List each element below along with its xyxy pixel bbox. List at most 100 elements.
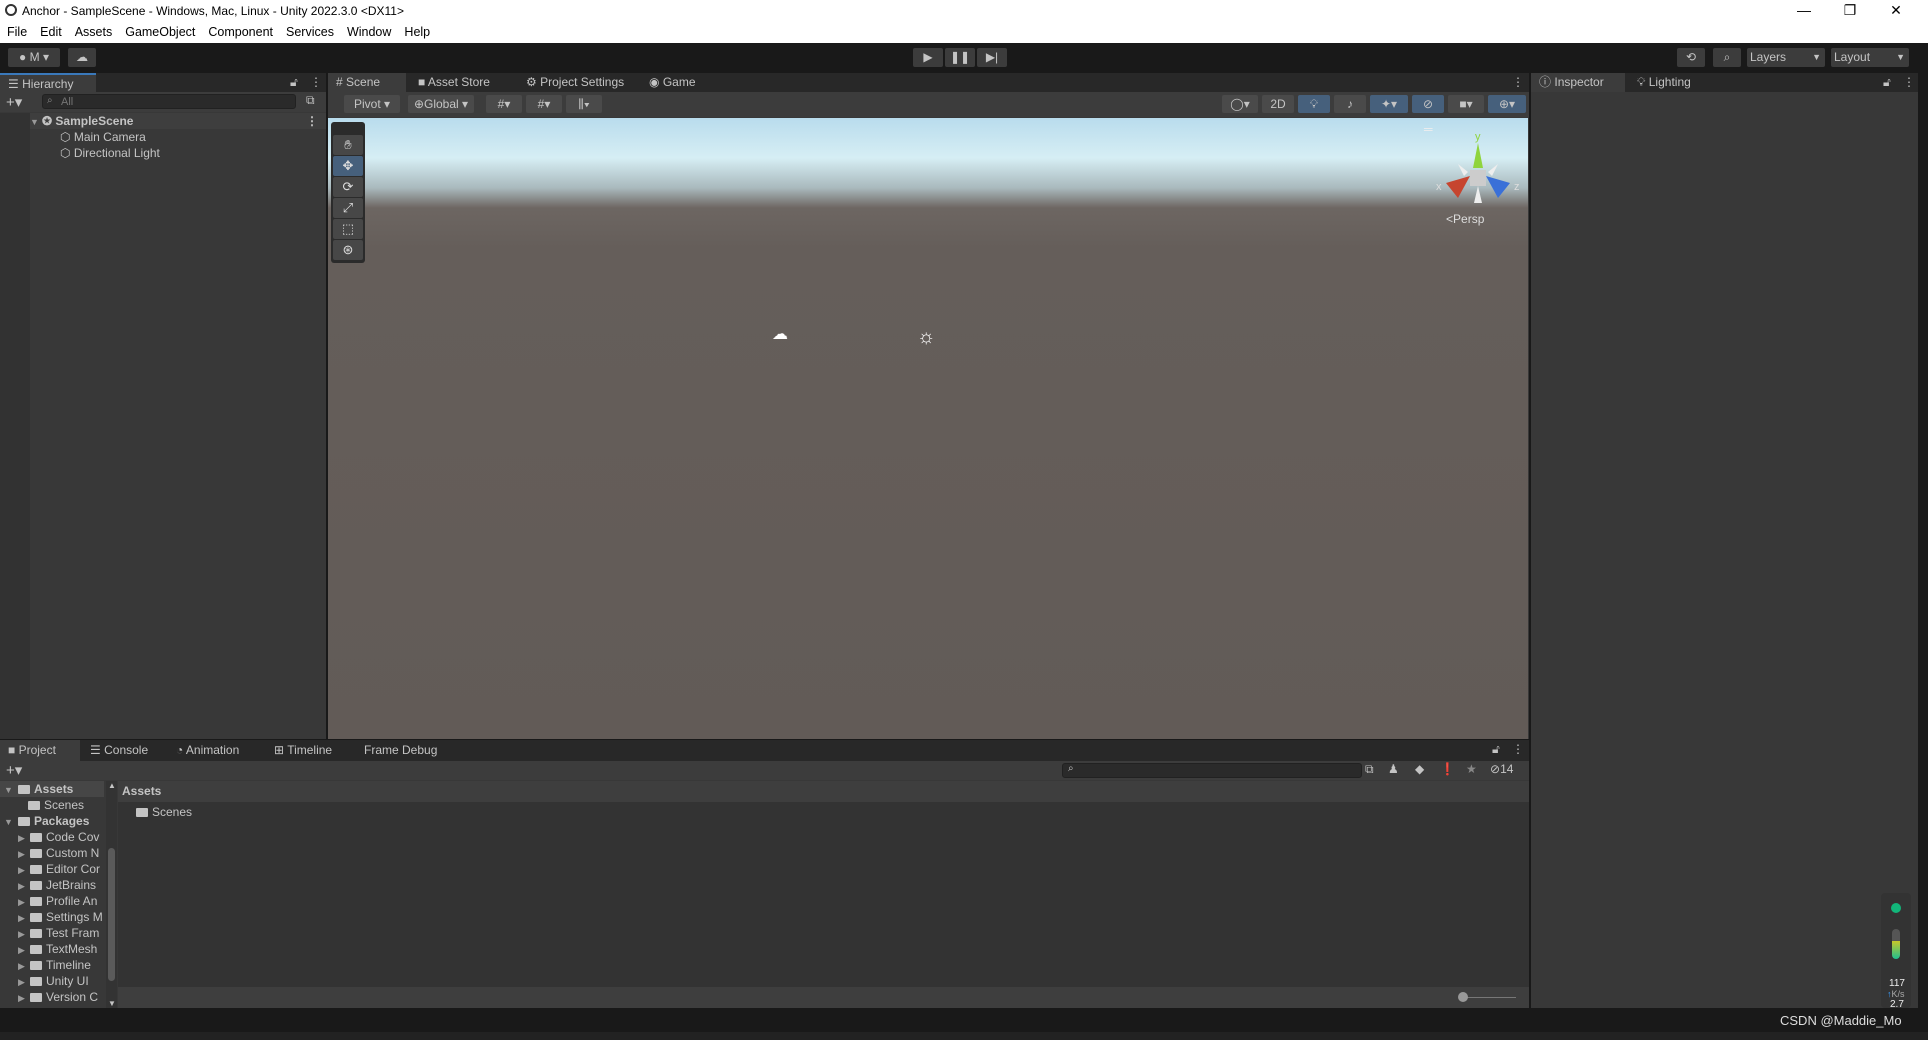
scroll-up-icon[interactable]: ▲ — [108, 781, 116, 790]
rotate-tool[interactable]: ⟳ — [333, 177, 363, 197]
add-button[interactable]: +▾ — [6, 93, 22, 111]
expand-arrow-icon[interactable]: ▼ — [4, 782, 18, 798]
pause-button[interactable]: ❚❚ — [945, 48, 975, 67]
menu-window[interactable]: Window — [340, 22, 397, 39]
lock-icon[interactable]: 🔓︎ — [1492, 742, 1500, 757]
zoom-slider-track[interactable] — [1461, 997, 1516, 998]
breadcrumb[interactable]: Assets — [118, 781, 1529, 802]
tab-inspector[interactable]: ⓘ Inspector — [1531, 73, 1625, 92]
gizmos-button[interactable]: ⊕▾ — [1488, 95, 1526, 113]
tab-timeline[interactable]: ⊞ Timeline — [266, 740, 340, 759]
scrollbar-thumb[interactable] — [108, 848, 115, 981]
orientation-gizmo[interactable]: y x z — [1428, 128, 1528, 208]
menu-help[interactable]: Help — [397, 22, 436, 39]
menu-assets[interactable]: Assets — [68, 22, 119, 39]
more-menu-icon[interactable]: ⋮ — [1512, 742, 1524, 756]
tab-asset-store[interactable]: ■ Asset Store — [410, 73, 498, 92]
play-button[interactable]: ▶ — [913, 48, 943, 67]
more-menu-icon[interactable]: ⋮ — [306, 113, 318, 129]
tree-item[interactable]: ▶ Profile An — [0, 893, 104, 909]
scale-tool[interactable]: ⤢ — [333, 198, 363, 218]
tab-lighting[interactable]: 💡︎ Lighting — [1629, 73, 1699, 92]
lock-icon[interactable]: 🔓︎ — [1883, 75, 1891, 90]
undo-history-button[interactable]: ⟲ — [1677, 48, 1705, 67]
2d-toggle[interactable]: 2D — [1262, 95, 1294, 113]
scene-row[interactable]: ▼ ✪ SampleScene ⋮ — [30, 113, 326, 129]
draw-mode-button[interactable]: ◯▾ — [1222, 95, 1258, 113]
favorite-star-icon[interactable]: ★ — [1466, 762, 1477, 776]
menu-edit[interactable]: Edit — [33, 22, 68, 39]
tree-item[interactable]: ▶ Timeline — [0, 957, 104, 973]
expand-arrow-icon[interactable]: ▶ — [18, 894, 30, 910]
pivot-dropdown[interactable]: Pivot ▾ — [344, 95, 400, 113]
tab-frame-debug[interactable]: Frame Debug — [356, 740, 445, 759]
add-button[interactable]: +▾ — [6, 761, 22, 779]
list-item[interactable]: Scenes — [136, 804, 192, 820]
drag-handle-icon[interactable]: ═ — [1424, 122, 1433, 136]
y-axis-cone[interactable] — [1473, 143, 1483, 168]
tree-item[interactable]: ▶ Editor Cor — [0, 861, 104, 877]
tree-item[interactable]: ▶ Test Fram — [0, 925, 104, 941]
project-search-input[interactable] — [1062, 763, 1362, 778]
projection-toggle[interactable]: <Persp — [1446, 212, 1484, 226]
expand-arrow-icon[interactable]: ▶ — [18, 974, 30, 990]
tree-item[interactable]: ▼ Packages — [0, 813, 104, 829]
transform-tool[interactable]: ⊛ — [333, 240, 363, 260]
expand-arrow-icon[interactable]: ▶ — [18, 942, 30, 958]
z-axis-cone[interactable] — [1486, 176, 1510, 198]
tab-project-settings[interactable]: ⚙ Project Settings — [518, 73, 632, 92]
expand-arrow-icon[interactable]: ▶ — [18, 990, 30, 1006]
center-cube[interactable] — [1470, 170, 1486, 186]
expand-arrow-icon[interactable]: ▼ — [30, 114, 42, 130]
search-button[interactable]: ⌕ — [1713, 48, 1741, 67]
cloud-button[interactable]: ☁ — [68, 48, 96, 67]
scene-viewport[interactable]: ✋︎ ✥ ⟳ ⤢ ⬚ ⊛ y x z ═ <Persp ☁ ☼ — [328, 118, 1528, 739]
expand-arrow-icon[interactable]: ▶ — [18, 958, 30, 974]
tab-game[interactable]: ◉ Game — [641, 73, 704, 92]
tree-item[interactable]: ▼ Assets — [0, 781, 104, 797]
filter-type-icon[interactable]: ♟ — [1388, 762, 1399, 776]
camera-gizmo-icon[interactable]: ☁ — [772, 324, 788, 344]
list-item[interactable]: ⬡ Directional Light — [60, 145, 160, 161]
label-tag-icon[interactable]: ◆ — [1415, 762, 1424, 776]
minimize-button[interactable]: — — [1784, 2, 1824, 18]
restore-button[interactable]: ❐ — [1830, 2, 1870, 19]
grid-snapping-button[interactable]: #▾ — [526, 95, 562, 113]
menu-gameobject[interactable]: GameObject — [118, 22, 201, 39]
sun-light-gizmo-icon[interactable]: ☼ — [917, 326, 935, 349]
global-dropdown[interactable]: ⊕Global ▾ — [408, 95, 474, 113]
menu-component[interactable]: Component — [201, 22, 279, 39]
scroll-down-icon[interactable]: ▼ — [108, 999, 116, 1008]
layers-dropdown[interactable]: Layers ▼ — [1747, 48, 1825, 67]
tree-item[interactable]: ▶ Version C — [0, 989, 104, 1005]
hand-tool[interactable]: ✋︎ — [333, 135, 363, 155]
list-item[interactable]: ⬡ Main Camera — [60, 129, 146, 145]
lock-icon[interactable]: 🔓︎ — [290, 75, 298, 90]
expand-arrow-icon[interactable]: ▶ — [18, 878, 30, 894]
move-tool[interactable]: ✥ — [333, 156, 363, 176]
expand-arrow-icon[interactable]: ▶ — [18, 926, 30, 942]
zoom-slider-thumb[interactable] — [1458, 992, 1468, 1002]
expand-arrow-icon[interactable]: ▶ — [18, 910, 30, 926]
warning-icon[interactable]: ❗ — [1440, 762, 1455, 776]
tree-item[interactable]: ▶ TextMesh — [0, 941, 104, 957]
tree-item[interactable]: ▶ Unity UI — [0, 973, 104, 989]
account-button[interactable]: ● M ▾ — [8, 48, 60, 67]
tree-item[interactable]: Scenes — [0, 797, 104, 813]
rect-tool[interactable]: ⬚ — [333, 219, 363, 239]
tree-scrollbar[interactable]: ▲ ▼ — [106, 781, 117, 1008]
audio-toggle[interactable]: ♪ — [1334, 95, 1366, 113]
more-menu-icon[interactable]: ⋮ — [310, 75, 322, 89]
tree-item[interactable]: ▶ Custom N — [0, 845, 104, 861]
x-axis-cone[interactable] — [1446, 176, 1470, 198]
tab-animation[interactable]: ◔ Animation — [168, 740, 247, 759]
tab-console[interactable]: ☰ Console — [82, 740, 156, 759]
close-button[interactable]: ✕ — [1876, 2, 1916, 19]
step-button[interactable]: ▶| — [977, 48, 1007, 67]
menu-services[interactable]: Services — [279, 22, 340, 39]
camera-settings-button[interactable]: ■▾ — [1448, 95, 1484, 113]
more-menu-icon[interactable]: ⋮ — [1903, 75, 1915, 89]
expand-arrow-icon[interactable]: ▶ — [18, 846, 30, 862]
expand-arrow-icon[interactable]: ▶ — [18, 830, 30, 846]
hidden-packages-toggle[interactable]: ⊘14 — [1490, 762, 1513, 776]
